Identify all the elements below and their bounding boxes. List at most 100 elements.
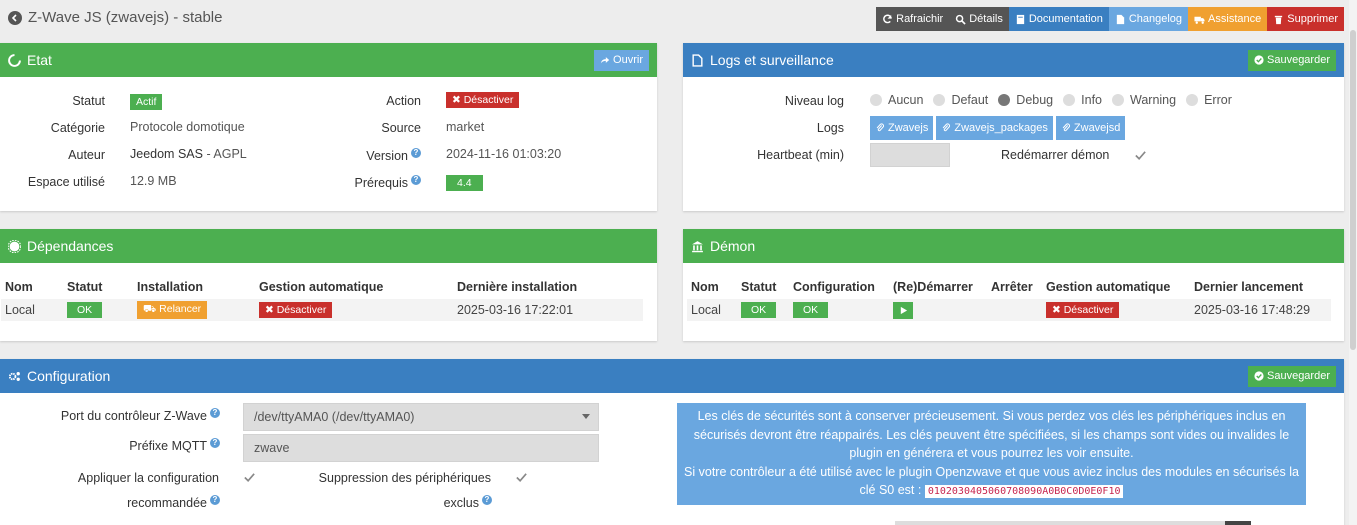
etat-panel: Etat Ouvrir Statut Actif Catégorie Proto…: [0, 43, 657, 211]
apply-config-checkbox[interactable]: [242, 470, 256, 484]
radio-circle-icon: [1112, 94, 1124, 106]
circle-notch-icon: [8, 53, 21, 67]
espace-label: Espace utilisé: [27, 175, 105, 189]
log-buttons: Zwavejs Zwavejs_packages Zwavejsd: [870, 116, 1126, 140]
dependances-table: Nom Statut Installation Gestion automati…: [1, 275, 643, 321]
version-label: Version?: [366, 148, 421, 163]
log-zwavejsd-button[interactable]: Zwavejsd: [1055, 116, 1126, 140]
help-icon[interactable]: ?: [482, 495, 492, 505]
help-icon[interactable]: ?: [411, 148, 421, 158]
dependances-header: Dépendances: [0, 229, 657, 263]
auteur-value: Jeedom SAS - AGPL: [130, 147, 247, 161]
page-title: Z-Wave JS (zwavejs) - stable: [28, 9, 223, 26]
search-icon: [956, 14, 966, 25]
help-icon[interactable]: ?: [210, 438, 220, 448]
refresh-icon: [883, 14, 893, 23]
table-header-row: Nom Statut Installation Gestion automati…: [5, 280, 578, 294]
version-value: 2024-11-16 01:03:20: [446, 147, 562, 161]
radio-error[interactable]: Error: [1186, 93, 1232, 107]
security-info-text-2: Si votre contrôleur a été utilisé avec l…: [684, 464, 1299, 498]
help-icon[interactable]: ?: [210, 408, 220, 418]
help-icon[interactable]: ?: [210, 495, 220, 505]
heartbeat-input[interactable]: [870, 143, 950, 167]
radio-aucun[interactable]: Aucun: [870, 93, 923, 107]
play-icon: [900, 306, 907, 314]
disable-plugin-button[interactable]: ✖ Désactiver: [446, 92, 520, 108]
delete-button[interactable]: Supprimer: [1267, 7, 1344, 31]
file-icon: [1116, 14, 1124, 24]
assistance-button[interactable]: Assistance: [1188, 7, 1268, 31]
caret-down-icon: [582, 414, 590, 419]
radio-circle-icon: [1186, 94, 1199, 106]
table-header-row: Nom Statut Configuration (Re)Démarrer Ar…: [691, 280, 1304, 294]
start-daemon-button[interactable]: [893, 301, 913, 319]
port-select[interactable]: /dev/ttyAMA0 (/dev/ttyAMA0): [243, 403, 599, 431]
auteur-label: Auteur: [68, 148, 105, 162]
demon-header: Démon: [683, 229, 1344, 263]
toolbar: Rafraichir Détails Documentation Changel…: [876, 7, 1344, 31]
details-button[interactable]: Détails: [949, 7, 1009, 31]
suppression-checkbox[interactable]: [514, 470, 528, 484]
certificate-icon: [8, 239, 21, 253]
key-input-partial[interactable]: [895, 521, 1251, 525]
log-level-radios: Aucun Defaut Debug Info Warning Error: [870, 93, 1242, 107]
prefix-input[interactable]: zwave: [243, 434, 599, 462]
documentation-button[interactable]: Documentation: [1008, 7, 1109, 31]
radio-circle-icon: [1063, 94, 1076, 106]
source-value: market: [446, 120, 485, 134]
radio-warning[interactable]: Warning: [1112, 93, 1176, 107]
prefix-label: Préfixe MQTT?: [129, 438, 220, 453]
etat-title: Etat: [27, 52, 52, 68]
logs-label: Logs: [816, 121, 844, 135]
status-badge: OK: [741, 302, 777, 318]
radio-circle-icon: [870, 94, 882, 106]
help-icon[interactable]: ?: [411, 175, 421, 185]
radio-debug[interactable]: Debug: [998, 93, 1053, 107]
cogs-icon: [8, 371, 20, 381]
redemarrer-checkbox[interactable]: [1133, 148, 1147, 162]
open-button[interactable]: Ouvrir: [594, 49, 649, 71]
configuration-header: Configuration Sauvegarder: [0, 359, 1344, 393]
key-input-button-partial[interactable]: [1225, 521, 1251, 525]
demon-table: Nom Statut Configuration (Re)Démarrer Ar…: [687, 275, 1331, 321]
refresh-button[interactable]: Rafraichir: [876, 7, 950, 31]
redemarrer-label: Redémarrer démon: [1001, 148, 1110, 162]
checkmark-icon: [243, 472, 255, 482]
check-circle-icon: [1254, 371, 1264, 381]
checkmark-icon: [515, 472, 527, 482]
save-logs-button[interactable]: Sauvegarder: [1248, 49, 1336, 71]
radio-circle-icon: [933, 94, 946, 106]
suppression-label: Suppression des périphériques: [318, 471, 491, 485]
scrollbar-thumb[interactable]: [1350, 30, 1356, 350]
configuration-panel: Configuration Sauvegarder Port du contrô…: [0, 359, 1344, 525]
bank-icon: [692, 240, 703, 252]
disable-auto-deps-button[interactable]: ✖ Désactiver: [259, 302, 333, 318]
changelog-button[interactable]: Changelog: [1108, 7, 1189, 31]
relancer-button[interactable]: ⛟ Relancer: [137, 301, 208, 319]
paperclip-icon: [943, 123, 951, 132]
security-info-text: Les clés de sécurités sont à conserver p…: [693, 409, 1290, 460]
logs-header: Logs et surveillance Sauvegarder: [683, 43, 1344, 77]
logs-title: Logs et surveillance: [710, 52, 834, 68]
apply-config-label-2: recommandée?: [127, 495, 220, 510]
table-row: Local OK OK ✖ Désactiver 2025-03-16 17:4…: [687, 299, 1331, 321]
page-header: Z-Wave JS (zwavejs) - stable: [8, 9, 222, 26]
checkmark-icon: [1134, 150, 1146, 160]
port-label: Port du contrôleur Z-Wave?: [61, 408, 220, 423]
radio-defaut[interactable]: Defaut: [933, 93, 988, 107]
book-icon: [1016, 14, 1024, 24]
configuration-title: Configuration: [27, 368, 111, 384]
log-zwavejs-button[interactable]: Zwavejs: [870, 116, 934, 140]
s0-key: 0102030405060708090A0B0C0D0E0F10: [924, 485, 1124, 498]
action-label: Action: [386, 94, 421, 108]
log-zwavejs-packages-button[interactable]: Zwavejs_packages: [936, 116, 1053, 140]
statut-label: Statut: [72, 94, 105, 108]
categorie-value: Protocole domotique: [130, 120, 245, 134]
radio-info[interactable]: Info: [1063, 93, 1102, 107]
save-config-button[interactable]: Sauvegarder: [1248, 365, 1336, 387]
radio-selected-icon: [998, 94, 1011, 106]
disable-auto-daemon-button[interactable]: ✖ Désactiver: [1046, 302, 1120, 318]
back-arrow-icon[interactable]: [8, 10, 22, 25]
niveau-log-label: Niveau log: [784, 94, 844, 108]
dependances-panel: Dépendances Nom Statut Installation Gest…: [0, 229, 657, 341]
